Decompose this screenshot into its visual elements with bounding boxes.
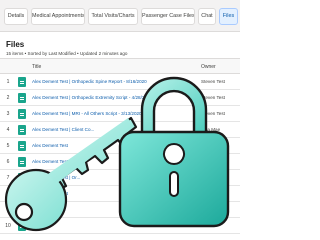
file-title-link[interactable]: Alex Dement Test | Cl... <box>32 154 182 170</box>
row-number: 10 <box>5 223 11 229</box>
file-owner[interactable]: Steven Test <box>201 74 225 90</box>
files-heading: Files <box>6 40 25 49</box>
file-owner[interactable]: Steven Test <box>201 90 225 106</box>
file-title-link[interactable]: Alex Dement Test | Client Co... <box>32 122 182 138</box>
table-row: 1 Alex Dement Test | Orthopedic Spine Re… <box>0 74 240 90</box>
table-header: Title Owner <box>0 58 240 74</box>
file-icon <box>18 173 26 183</box>
tab-passenger-case-files[interactable]: Passenger Case Files <box>141 8 195 25</box>
file-icon <box>18 141 26 151</box>
file-owner[interactable]: ...ga Mae <box>201 122 220 138</box>
files-list-summary: 15 items • Sorted by Last Modified • Upd… <box>6 51 128 56</box>
file-icon <box>18 205 26 215</box>
table-row: 2 Alex Dement Test | Orthopedic Extremit… <box>0 90 240 106</box>
tab-details[interactable]: Details <box>4 8 28 25</box>
table-row: 7 Alex Dement Test | Or... <box>0 170 240 186</box>
file-icon <box>18 221 26 231</box>
table-row: 10 <box>0 218 240 234</box>
file-icon <box>18 125 26 135</box>
tab-medical-appointments[interactable]: Medical Appointments <box>31 8 85 25</box>
record-tab-bar: Details Medical Appointments Total Visit… <box>0 0 240 32</box>
file-icon <box>18 77 26 87</box>
row-number: 2 <box>6 95 10 101</box>
table-row: 3 Alex Dement Test | MRI - All Others Sc… <box>0 106 240 122</box>
file-title-link[interactable]: Alex Dement Test <box>32 186 182 202</box>
row-number: 6 <box>6 159 10 165</box>
row-number: 4 <box>6 127 10 133</box>
table-row: 8 Alex Dement Test <box>0 186 240 202</box>
row-number: 3 <box>6 111 10 117</box>
file-icon <box>18 157 26 167</box>
file-title-link[interactable]: Alex Dement Test | Orthopedic Extremity … <box>32 90 182 106</box>
file-title-link[interactable]: Alex Dement Test | MRI - All Others Scri… <box>32 106 182 122</box>
table-row: 4 Alex Dement Test | Client Co... ...ga … <box>0 122 240 138</box>
file-title-link[interactable]: Alex Dement Test | Or... <box>32 170 182 186</box>
table-row: 6 Alex Dement Test | Cl... <box>0 154 240 170</box>
files-table: Title Owner 1 Alex Dement Test | Orthope… <box>0 58 240 240</box>
file-icon <box>18 109 26 119</box>
file-icon <box>18 189 26 199</box>
row-number: 7 <box>6 175 10 181</box>
file-title-link[interactable]: Alex Dement T... <box>32 202 182 218</box>
file-icon <box>18 93 26 103</box>
file-owner[interactable]: Steven Test <box>201 106 225 122</box>
row-number: 5 <box>6 143 10 149</box>
tab-total-visits-charts[interactable]: Total Visits/Charts <box>88 8 138 25</box>
table-row: 5 Alex Dement Test <box>0 138 240 154</box>
row-number: 8 <box>6 191 10 197</box>
row-number: 9 <box>6 207 10 213</box>
table-row: 9 Alex Dement T... <box>0 202 240 218</box>
file-title-link[interactable]: Alex Dement Test <box>32 138 182 154</box>
column-header-owner[interactable]: Owner <box>201 59 216 75</box>
column-header-title[interactable]: Title <box>32 59 41 75</box>
row-number: 1 <box>6 79 10 85</box>
tab-files[interactable]: Files <box>219 8 238 25</box>
tab-chat[interactable]: Chat <box>198 8 216 25</box>
file-title-link[interactable]: Alex Dement Test | Orthopedic Spine Repo… <box>32 74 182 90</box>
